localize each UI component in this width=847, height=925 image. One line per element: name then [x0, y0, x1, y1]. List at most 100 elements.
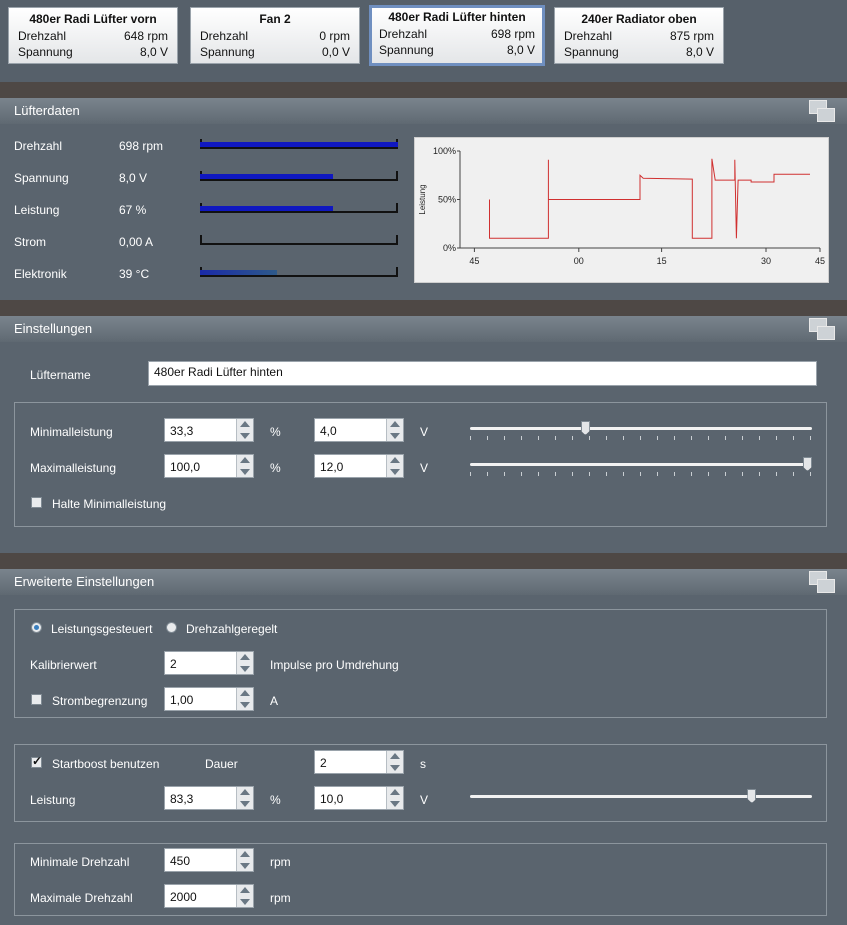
rpm-unit: rpm: [270, 891, 291, 905]
max-rpm-spinner[interactable]: 2000: [164, 884, 254, 908]
chart-x-tick-label: 00: [574, 256, 584, 266]
hold-min-power-checkbox[interactable]: [31, 497, 42, 508]
boost-percent-spinner[interactable]: 83,3: [164, 786, 254, 810]
fan-card-3-selected[interactable]: 480er Radi Lüfter hinten Drehzahl 698 rpm…: [369, 5, 545, 66]
spin-down-icon[interactable]: [240, 666, 250, 672]
min-rpm-spinner[interactable]: 450: [164, 848, 254, 872]
spin-down-icon[interactable]: [240, 899, 250, 905]
spin-up-icon[interactable]: [390, 421, 400, 427]
current-limit-label: Strombegrenzung: [52, 694, 148, 708]
speed-regulated-radio[interactable]: [166, 622, 177, 633]
fan-card-title: 480er Radi Lüfter vorn: [29, 12, 157, 26]
window-toggle-icon[interactable]: [809, 100, 835, 122]
boost-power-label: Leistung: [30, 793, 76, 807]
fan-data-bar: [200, 203, 398, 213]
startboost-checkbox[interactable]: [31, 754, 42, 768]
spin-down-icon[interactable]: [240, 702, 250, 708]
chart-y-tick-label: 100%: [433, 146, 456, 156]
current-limit-spinner[interactable]: 1,00: [164, 687, 254, 711]
spin-down-icon[interactable]: [390, 801, 400, 807]
section-header-settings: Einstellungen: [0, 316, 847, 342]
max-power-slider[interactable]: [470, 457, 812, 477]
slider-thumb[interactable]: [803, 457, 812, 471]
spin-up-icon[interactable]: [240, 851, 250, 857]
volt-unit: V: [420, 461, 429, 475]
slider-thumb[interactable]: [747, 789, 757, 803]
spin-up-icon[interactable]: [390, 457, 400, 463]
window-toggle-icon[interactable]: [809, 571, 835, 593]
percent-unit: %: [270, 425, 281, 439]
calibration-unit: Impulse pro Umdrehung: [270, 658, 399, 672]
spin-up-icon[interactable]: [240, 789, 250, 795]
min-power-percent-spinner[interactable]: 33,3: [164, 418, 254, 442]
min-power-volt-spinner[interactable]: 4,0: [314, 418, 404, 442]
fan-data-bar-fill: [200, 206, 333, 211]
spinner-value: 1,00: [170, 693, 194, 707]
spin-down-icon[interactable]: [390, 469, 400, 475]
spin-up-icon[interactable]: [240, 887, 250, 893]
spinner-value: 4,0: [320, 424, 337, 438]
fan-data-label: Drehzahl: [14, 139, 63, 153]
fan-name-value: 480er Radi Lüfter hinten: [154, 365, 283, 379]
spin-down-icon[interactable]: [240, 801, 250, 807]
max-power-percent-spinner[interactable]: 100,0: [164, 454, 254, 478]
fan-data-bar: [200, 171, 398, 181]
section-title: Einstellungen: [14, 321, 93, 336]
fan-voltage-label: Spannung: [379, 43, 434, 57]
spin-down-icon[interactable]: [240, 863, 250, 869]
chart-x-tick-label: 45: [469, 256, 479, 266]
spin-down-icon[interactable]: [240, 433, 250, 439]
spin-up-icon[interactable]: [240, 690, 250, 696]
volt-unit: V: [420, 793, 429, 807]
spinner-value: 2000: [170, 890, 197, 904]
section-header-fandata: Lüfterdaten: [0, 98, 847, 124]
window-toggle-icon[interactable]: [809, 318, 835, 340]
spin-up-icon[interactable]: [390, 789, 400, 795]
boost-power-slider[interactable]: [470, 789, 812, 809]
max-rpm-label: Maximale Drehzahl: [30, 891, 133, 905]
fan-voltage-value: 0,0 V: [321, 45, 350, 59]
fan-data-label: Strom: [14, 235, 47, 249]
fan-data-label: Leistung: [14, 203, 60, 217]
boost-volt-spinner[interactable]: 10,0: [314, 786, 404, 810]
fan-speed-value: 648 rpm: [123, 29, 168, 43]
spin-up-icon[interactable]: [240, 654, 250, 660]
spin-up-icon[interactable]: [390, 753, 400, 759]
spin-down-icon[interactable]: [390, 765, 400, 771]
fan-card-2[interactable]: Fan 2 Drehzahl 0 rpm Spannung 0,0 V: [190, 7, 360, 64]
spin-down-icon[interactable]: [390, 433, 400, 439]
rpm-limits-group: [14, 843, 827, 916]
calibration-label: Kalibrierwert: [30, 658, 97, 672]
slider-thumb[interactable]: [580, 421, 590, 435]
fan-speed-label: Drehzahl: [379, 27, 428, 41]
percent-unit: %: [270, 461, 281, 475]
spinner-value: 2: [170, 657, 177, 671]
speed-regulated-label: Drehzahlgeregelt: [186, 622, 278, 636]
fan-card-1[interactable]: 480er Radi Lüfter vorn Drehzahl 648 rpm S…: [8, 7, 178, 64]
min-power-label: Minimalleistung: [30, 425, 113, 439]
fan-card-4[interactable]: 240er Radiator oben Drehzahl 875 rpm Span…: [554, 7, 724, 64]
min-power-slider[interactable]: [470, 421, 812, 441]
max-power-volt-spinner[interactable]: 12,0: [314, 454, 404, 478]
fan-data-label: Spannung: [14, 171, 69, 185]
fan-data-bar: [200, 235, 398, 245]
calibration-spinner[interactable]: 2: [164, 651, 254, 675]
fan-data-value: 67 %: [119, 203, 147, 217]
spin-up-icon[interactable]: [240, 457, 250, 463]
spinner-value: 83,3: [170, 792, 194, 806]
chart-svg: 0% 50% 100% 45 00 15 30 45 Leistung: [418, 146, 825, 266]
fan-data-value: 698 rpm: [119, 139, 164, 153]
power-controlled-radio[interactable]: [31, 622, 42, 633]
chart-y-tick-label: 0%: [443, 243, 456, 253]
spin-up-icon[interactable]: [240, 421, 250, 427]
fan-speed-value: 875 rpm: [669, 29, 714, 43]
fan-card-title: Fan 2: [259, 12, 291, 26]
duration-spinner[interactable]: 2: [314, 750, 404, 774]
fan-voltage-label: Spannung: [200, 45, 255, 59]
fan-data-value: 0,00 A: [119, 235, 154, 249]
spin-down-icon[interactable]: [240, 469, 250, 475]
current-limit-checkbox[interactable]: [31, 694, 42, 705]
fan-name-input[interactable]: 480er Radi Lüfter hinten: [148, 361, 817, 386]
fan-name-label: Lüftername: [30, 368, 91, 382]
min-rpm-label: Minimale Drehzahl: [30, 855, 130, 869]
